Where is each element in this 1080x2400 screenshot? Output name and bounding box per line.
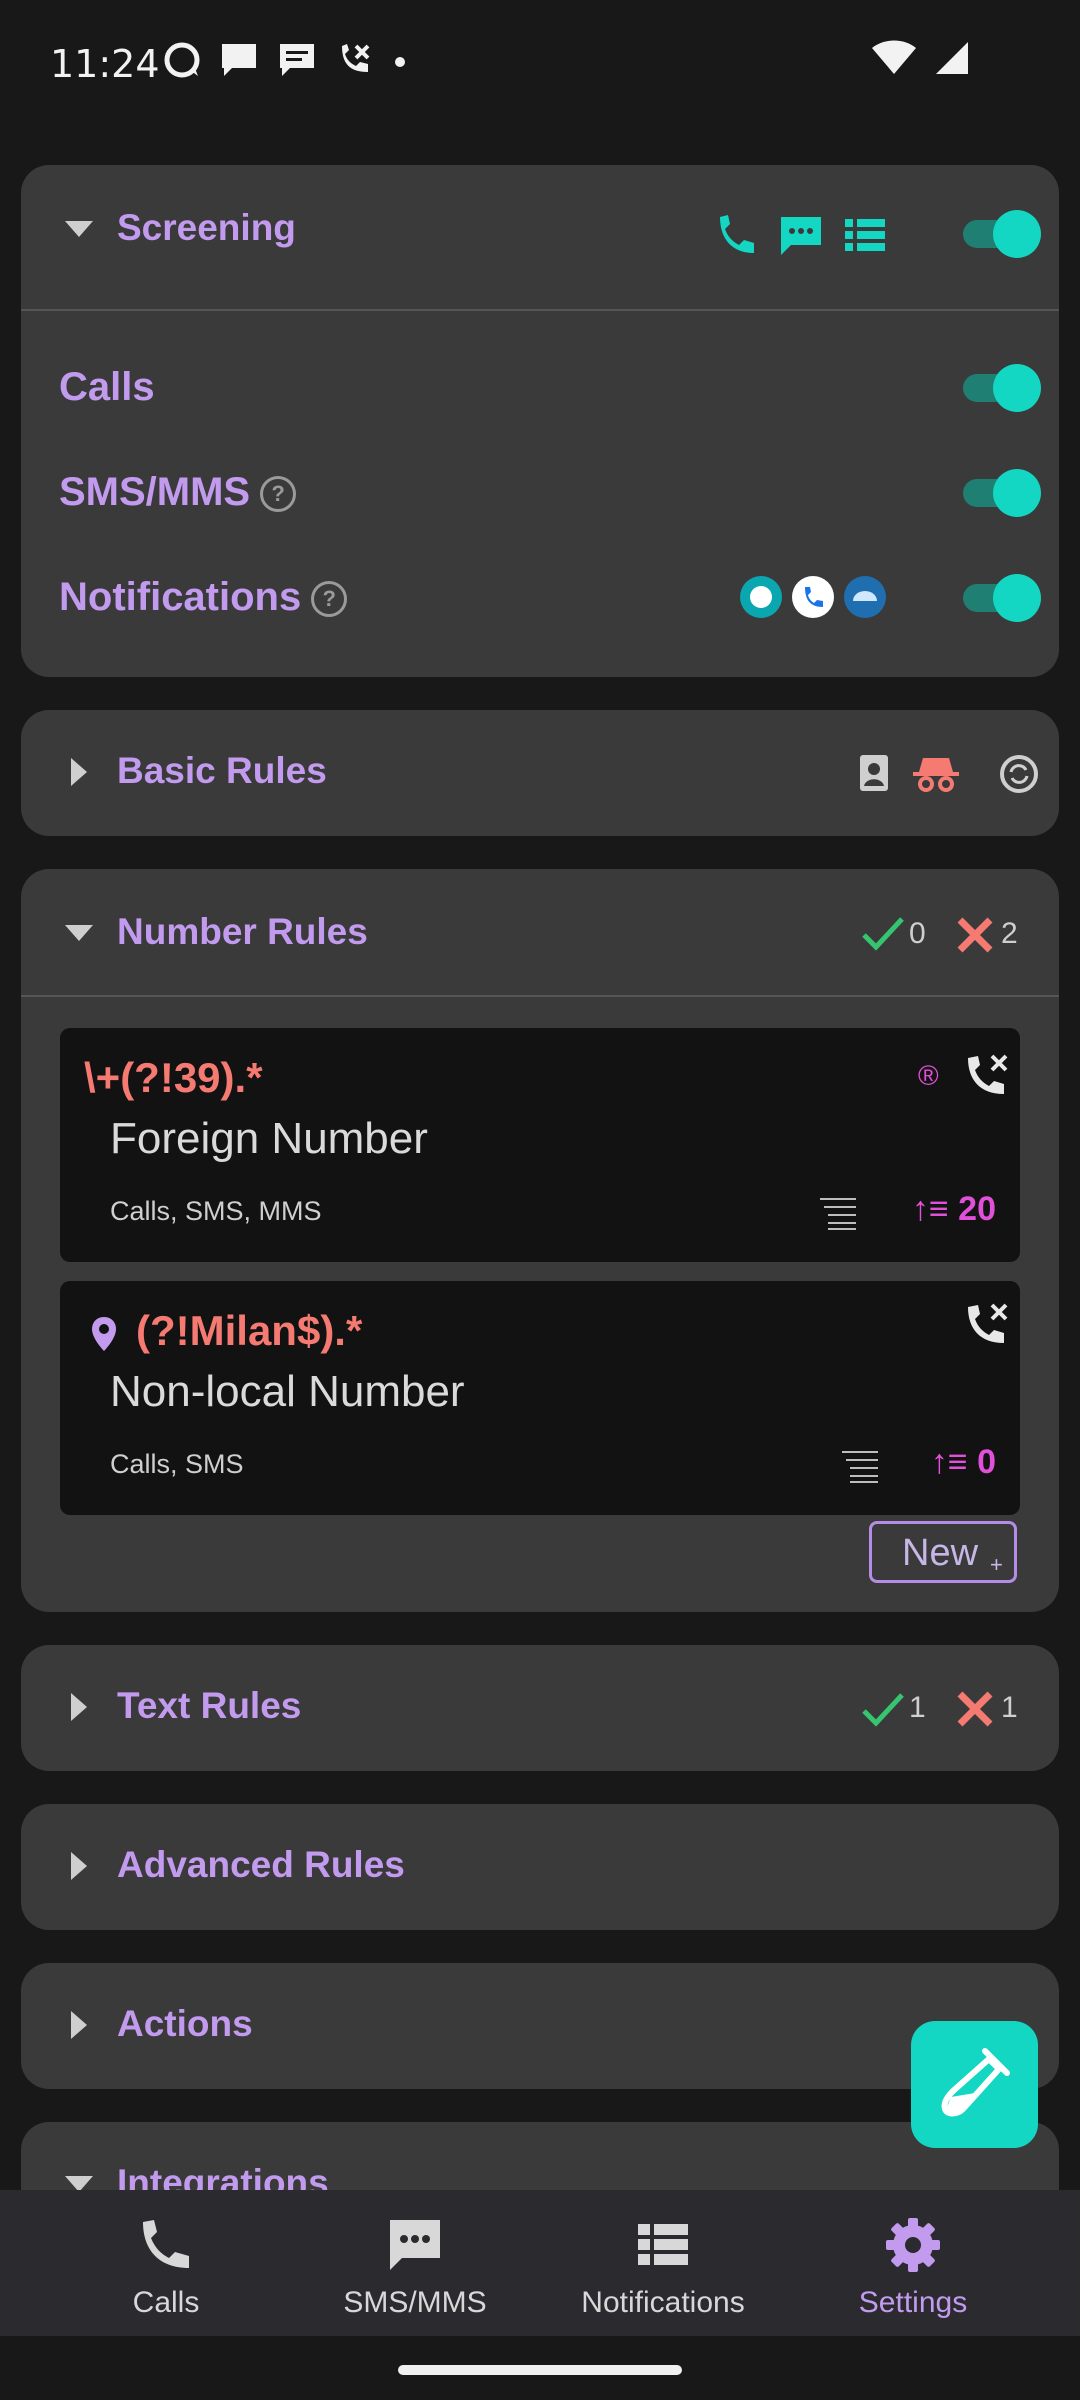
bottom-navigation: Calls SMS/MMS Notifications Settings bbox=[0, 2190, 1080, 2336]
nav-label: Calls bbox=[132, 2286, 200, 2319]
block-x-icon bbox=[957, 917, 993, 953]
message-icon bbox=[390, 2220, 440, 2270]
calls-toggle[interactable] bbox=[957, 364, 1041, 412]
phone-icon bbox=[143, 2220, 189, 2268]
chat-bubble-icon bbox=[164, 42, 200, 78]
status-notification-icons bbox=[162, 40, 410, 80]
sms-mms-row: SMS/MMS? bbox=[59, 470, 297, 515]
new-rule-label: New bbox=[902, 1532, 979, 1574]
actions-title: Actions bbox=[117, 2003, 253, 2044]
list-icon bbox=[845, 219, 885, 251]
sms-icon bbox=[280, 44, 314, 76]
test-tube-fab-button[interactable] bbox=[911, 2021, 1038, 2148]
collapse-caret-icon[interactable] bbox=[65, 925, 93, 941]
test-tube-icon bbox=[941, 2048, 1010, 2117]
priority-icon: ↑≡ bbox=[930, 1443, 978, 1481]
notifications-label: Notifications bbox=[59, 575, 302, 619]
number-rules-card: Number Rules 0 2 \+(?!39).* ® Foreign Nu… bbox=[21, 869, 1059, 1612]
advanced-rules-title: Advanced Rules bbox=[117, 1844, 405, 1885]
rule-description: Non-local Number bbox=[110, 1367, 465, 1416]
block-call-icon bbox=[968, 1054, 1008, 1094]
block-count: 2 bbox=[1001, 917, 1018, 950]
list-icon bbox=[638, 2224, 688, 2265]
screening-header[interactable]: Screening bbox=[21, 165, 1059, 291]
expand-caret-icon[interactable] bbox=[71, 2011, 87, 2039]
help-icon[interactable]: ? bbox=[260, 476, 297, 513]
wifi-icon bbox=[872, 40, 916, 74]
basic-rules-card[interactable]: Basic Rules bbox=[21, 710, 1059, 836]
sms-mms-label: SMS/MMS bbox=[59, 470, 251, 514]
number-rule-item[interactable]: \+(?!39).* ® Foreign Number Calls, SMS, … bbox=[60, 1028, 1020, 1262]
text-rules-title: Text Rules bbox=[117, 1685, 302, 1726]
message-icon bbox=[781, 217, 821, 255]
rule-pattern: \+(?!39).* bbox=[84, 1054, 263, 1101]
incognito-icon bbox=[913, 758, 959, 792]
message-icon bbox=[222, 44, 256, 76]
screening-card: Screening Calls SMS/MMS? Notifications? bbox=[21, 165, 1059, 677]
sms-mms-toggle[interactable] bbox=[957, 469, 1041, 517]
app-icons bbox=[740, 576, 886, 618]
lines-icon bbox=[820, 1198, 856, 1230]
number-rules-header[interactable]: Number Rules 0 2 bbox=[21, 869, 1059, 995]
sync-icon bbox=[1000, 755, 1038, 793]
new-rule-button[interactable]: New + bbox=[869, 1521, 1017, 1583]
nav-settings[interactable]: Settings bbox=[788, 2190, 1038, 2336]
divider bbox=[21, 309, 1059, 311]
basic-rules-title: Basic Rules bbox=[117, 750, 327, 791]
priority-icon: ↑≡ bbox=[911, 1190, 959, 1228]
screening-master-toggle[interactable] bbox=[957, 210, 1041, 258]
priority-value: 20 bbox=[958, 1190, 996, 1228]
status-system-icons bbox=[872, 40, 970, 76]
nav-label: Settings bbox=[858, 2286, 968, 2319]
notifications-row: Notifications? bbox=[59, 575, 348, 620]
notifications-toggle[interactable] bbox=[957, 574, 1041, 622]
allow-count: 0 bbox=[909, 917, 926, 950]
block-count: 1 bbox=[1001, 1691, 1018, 1724]
text-rules-card[interactable]: Text Rules 1 1 bbox=[21, 1645, 1059, 1771]
expand-caret-icon[interactable] bbox=[71, 1852, 87, 1880]
block-x-icon bbox=[957, 1691, 993, 1727]
plus-icon: + bbox=[990, 1552, 1003, 1577]
gear-icon bbox=[886, 2218, 940, 2272]
actions-card[interactable]: Actions bbox=[21, 1963, 1059, 2089]
lines-icon bbox=[842, 1451, 878, 1483]
missed-call-icon bbox=[342, 44, 370, 72]
number-rule-item[interactable]: (?!Milan$).* Non-local Number Calls, SMS… bbox=[60, 1281, 1020, 1515]
number-rules-title: Number Rules bbox=[117, 911, 368, 952]
nav-label: Notifications bbox=[581, 2286, 745, 2319]
status-bar: 11:24 bbox=[0, 0, 1080, 130]
help-icon[interactable]: ? bbox=[311, 581, 348, 618]
expand-caret-icon[interactable] bbox=[71, 1693, 87, 1721]
priority-value: 0 bbox=[977, 1443, 996, 1481]
gesture-bar[interactable] bbox=[398, 2365, 682, 2375]
nav-sms-mms[interactable]: SMS/MMS bbox=[290, 2190, 540, 2336]
expand-caret-icon[interactable] bbox=[71, 758, 87, 786]
signal-icon bbox=[936, 42, 968, 74]
advanced-rules-card[interactable]: Advanced Rules bbox=[21, 1804, 1059, 1930]
nav-notifications[interactable]: Notifications bbox=[538, 2190, 788, 2336]
collapse-caret-icon[interactable] bbox=[65, 221, 93, 237]
phone-icon bbox=[720, 215, 754, 253]
contact-icon bbox=[860, 755, 888, 791]
screening-title: Screening bbox=[117, 207, 296, 248]
nav-calls[interactable]: Calls bbox=[41, 2190, 291, 2336]
registered-badge: ® bbox=[918, 1060, 939, 1091]
rule-types: Calls, SMS, MMS bbox=[110, 1196, 322, 1226]
check-icon bbox=[862, 1693, 904, 1727]
rule-priority: ↑≡ 20 bbox=[912, 1190, 996, 1229]
allow-count: 1 bbox=[909, 1691, 926, 1724]
rule-priority: ↑≡ 0 bbox=[931, 1443, 996, 1482]
dot-icon bbox=[395, 57, 405, 67]
rule-description: Foreign Number bbox=[110, 1114, 428, 1163]
rule-types: Calls, SMS bbox=[110, 1449, 244, 1479]
calls-label: Calls bbox=[59, 365, 155, 409]
rule-pattern: (?!Milan$).* bbox=[136, 1307, 363, 1354]
block-call-icon bbox=[968, 1303, 1008, 1343]
nav-label: SMS/MMS bbox=[343, 2286, 487, 2319]
divider bbox=[21, 995, 1059, 997]
status-time: 11:24 bbox=[50, 42, 160, 86]
check-icon bbox=[862, 917, 904, 951]
location-pin-icon bbox=[92, 1317, 116, 1351]
